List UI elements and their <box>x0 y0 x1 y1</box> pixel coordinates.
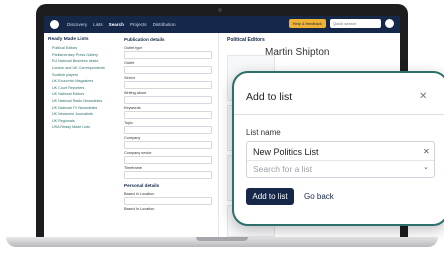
personal-details-title: Personal details <box>124 183 160 188</box>
sidebar-item[interactable]: UK National Radio Newsdesks <box>44 98 118 105</box>
selected-list-value: New Politics List <box>253 147 319 157</box>
top-navigation-bar: Discovery Lists Search Projects Distribu… <box>44 16 400 33</box>
filter-label: Writing about <box>124 91 147 95</box>
filters-title: Publication details <box>124 37 165 42</box>
sidebar-item[interactable]: Political Editors <box>44 45 118 52</box>
list-name-select[interactable]: New Politics List ✕ Search for a list ⌄ <box>246 141 435 178</box>
filter-label: Outlet type <box>124 46 143 50</box>
sidebar-item[interactable]: Scottish players <box>44 71 118 78</box>
sidebar-item[interactable]: UK Newswire Journalists <box>44 111 118 118</box>
app-logo[interactable] <box>50 20 59 29</box>
sidebar-item[interactable]: London and UK Correspondents <box>44 65 118 72</box>
sidebar-item[interactable]: UK Court Reporters <box>44 85 118 92</box>
filters-panel: Publication details Outlet type Outlet S… <box>118 33 219 237</box>
page-title: Political Editors <box>227 37 265 43</box>
sidebar-item[interactable]: UK National Editors <box>44 91 118 98</box>
modal-title: Add to list <box>246 91 293 103</box>
list-search-input[interactable]: Search for a list <box>253 164 312 174</box>
webcam-icon <box>218 8 222 12</box>
nav-search[interactable]: Search <box>109 22 124 27</box>
filter-field[interactable] <box>124 96 212 104</box>
filter-label: Topic <box>124 121 133 125</box>
select-divider <box>247 160 434 161</box>
contact-name-heading: Martin Shipton <box>265 47 330 58</box>
filter-label: Sector <box>124 76 135 80</box>
add-to-list-button[interactable]: Add to list <box>246 188 294 205</box>
avatar[interactable] <box>385 19 394 28</box>
quick-search-input[interactable]: Quick search <box>330 19 381 28</box>
ready-made-lists-sidebar: Ready Made Lists Political Editors Parli… <box>44 33 119 237</box>
modal-divider <box>234 114 444 115</box>
filter-label: Based In Location <box>124 207 155 211</box>
filter-label: Timeframe <box>124 166 143 170</box>
filter-field[interactable] <box>124 111 212 119</box>
filter-label: Keywords <box>124 106 141 110</box>
filter-field[interactable] <box>124 51 212 59</box>
laptop-base <box>6 237 438 247</box>
nav-projects[interactable]: Projects <box>130 22 147 27</box>
filter-field[interactable] <box>124 81 212 89</box>
filter-field[interactable] <box>124 126 212 134</box>
filter-field[interactable] <box>124 66 212 74</box>
filter-label: Company sector <box>124 151 152 155</box>
filter-field[interactable] <box>124 141 212 149</box>
go-back-link[interactable]: Go back <box>304 188 334 205</box>
filter-label: Based In Location <box>124 192 155 196</box>
close-icon[interactable]: ✕ <box>419 91 427 102</box>
sidebar-title: Ready Made Lists <box>48 37 89 42</box>
sidebar-item[interactable]: UK National TV Newsdesks <box>44 104 118 111</box>
filter-field[interactable] <box>124 197 212 205</box>
list-name-label: List name <box>246 128 281 137</box>
sidebar-item[interactable]: USA Ready Made Lists <box>44 124 118 131</box>
nav-discovery[interactable]: Discovery <box>67 22 87 27</box>
topbar-actions: Help & feedback Quick search <box>288 19 394 28</box>
help-feedback-button[interactable]: Help & feedback <box>288 19 326 28</box>
sidebar-item[interactable]: UK Regionals <box>44 118 118 125</box>
nav-lists[interactable]: Lists <box>93 22 102 27</box>
sidebar-item[interactable]: UK Economic Magazines <box>44 78 118 85</box>
nav-distribution[interactable]: Distribution <box>153 22 176 27</box>
laptop-notch <box>196 237 248 241</box>
filter-field[interactable] <box>124 171 212 179</box>
main-nav: Discovery Lists Search Projects Distribu… <box>67 22 176 27</box>
filter-label: Company <box>124 136 141 140</box>
clear-selection-icon[interactable]: ✕ <box>423 147 430 156</box>
sidebar-item[interactable]: Parliamentary Press Gallery <box>44 52 118 59</box>
sidebar-item[interactable]: EU National Business desks <box>44 58 118 65</box>
add-to-list-modal: Add to list ✕ List name New Politics Lis… <box>232 71 444 226</box>
filter-field[interactable] <box>124 156 212 164</box>
chevron-down-icon[interactable]: ⌄ <box>423 163 429 171</box>
filter-label: Outlet <box>124 61 135 65</box>
